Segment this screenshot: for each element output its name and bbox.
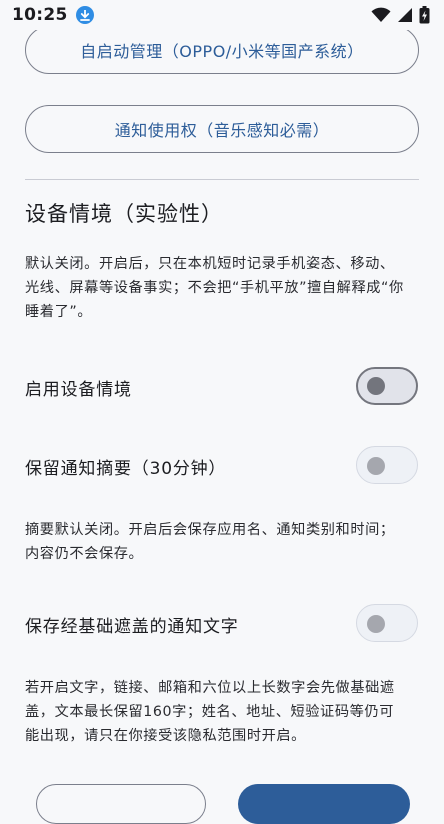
summary-note-line: 内容仍不会保存。: [25, 546, 144, 562]
summary-note: 摘要默认关闭。开启后会保存应用名、通知类别和时间； 内容仍不会保存。: [25, 518, 421, 566]
description-line: 默认关闭。开启后，只在本机短时记录手机姿态、移动、: [25, 256, 395, 272]
keep-masked-text-label: 保存经基础遮盖的通知文字: [25, 617, 239, 637]
switch-thumb: [367, 615, 385, 633]
summary-note-line: 摘要默认关闭。开启后会保存应用名、通知类别和时间；: [25, 522, 395, 538]
switch-thumb: [367, 377, 385, 395]
battery-charging-icon: [419, 6, 430, 24]
masked-note-line: 能出现，请只在你接受该隐私范围时开启。: [25, 728, 306, 744]
description-line: 睡着了”。: [25, 304, 93, 320]
status-left: 10:25: [12, 5, 94, 25]
signal-icon: [398, 8, 412, 22]
masked-note-line: 若开启文字，链接、邮箱和六位以上长数字会先做基础遮: [25, 680, 395, 696]
section-divider: [25, 179, 419, 180]
keep-notification-summary-switch[interactable]: [356, 446, 418, 484]
section-title: 设备情境（实验性）: [25, 202, 223, 226]
switch-thumb: [367, 457, 385, 475]
enable-device-context-switch[interactable]: [356, 367, 418, 405]
device-context-description: 默认关闭。开启后，只在本机短时记录手机姿态、移动、 光线、屏幕等设备事实；不会把…: [25, 252, 421, 324]
masked-note-line: 盖，文本最长保留160字；姓名、地址、短验证码等仍可: [25, 704, 394, 720]
status-bar: 10:25: [0, 0, 444, 30]
enable-device-context-label: 启用设备情境: [25, 380, 132, 400]
autostart-management-button[interactable]: 自启动管理（OPPO/小米等国产系统）: [25, 26, 419, 74]
download-icon: [75, 6, 94, 24]
masked-text-note: 若开启文字，链接、邮箱和六位以上长数字会先做基础遮 盖，文本最长保留160字；姓…: [25, 676, 421, 748]
keep-notification-summary-label: 保留通知摘要（30分钟）: [25, 459, 227, 479]
notification-access-button[interactable]: 通知使用权（音乐感知必需）: [25, 105, 419, 153]
bottom-primary-button[interactable]: [238, 784, 410, 824]
status-time: 10:25: [12, 5, 68, 25]
bottom-secondary-button[interactable]: [36, 784, 206, 824]
keep-masked-text-switch[interactable]: [356, 604, 418, 642]
status-right: [371, 6, 430, 24]
wifi-icon: [371, 7, 391, 22]
download-arrow-glyph: [79, 9, 90, 21]
description-line: 光线、屏幕等设备事实；不会把“手机平放”擅自解释成“你: [25, 280, 404, 296]
